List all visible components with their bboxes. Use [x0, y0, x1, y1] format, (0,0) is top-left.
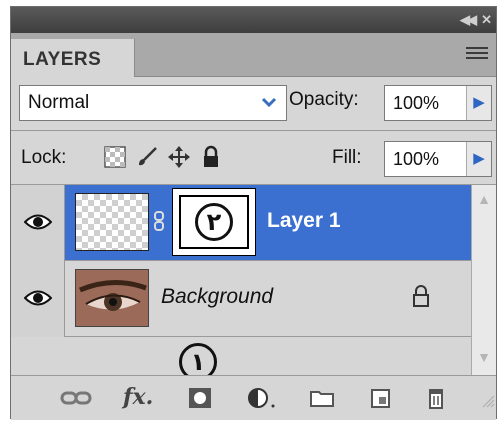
eye-icon: [24, 290, 52, 306]
fill-label: Fill:: [332, 147, 362, 168]
close-panel-icon[interactable]: ✕: [481, 12, 492, 28]
fill-field[interactable]: 100% ▶: [384, 141, 492, 177]
panel-bottom-toolbar: fx.: [11, 375, 496, 420]
layer-locked-icon: [411, 285, 431, 307]
blend-mode-value: Normal: [28, 92, 90, 113]
blend-mode-select[interactable]: Normal: [19, 85, 287, 121]
lock-fill-row: Lock: Fill: 100% ▶: [11, 131, 496, 185]
layer-name[interactable]: Background: [161, 285, 273, 309]
adjustment-layer-icon[interactable]: [247, 386, 277, 410]
visibility-toggle[interactable]: [11, 261, 65, 337]
delete-icon[interactable]: [425, 386, 447, 410]
tab-layers-label: LAYERS: [23, 49, 102, 70]
layers-panel: ◀◀ ✕ LAYERS Normal Opacity: 100% ▶ Lock:: [10, 6, 497, 420]
lock-all-icon[interactable]: [199, 145, 223, 169]
new-group-icon[interactable]: [309, 386, 335, 410]
opacity-label: Opacity:: [289, 89, 359, 110]
opacity-slider-arrow-icon[interactable]: ▶: [466, 86, 491, 120]
new-layer-icon[interactable]: [369, 386, 393, 410]
layer-row-layer-1[interactable]: ٢ Layer 1: [11, 185, 471, 261]
mask-link-icon[interactable]: [153, 211, 165, 231]
panel-menu-icon[interactable]: [466, 47, 488, 63]
scroll-down-icon[interactable]: ▼: [475, 349, 493, 367]
layers-list: ٢ Layer 1 Background ١: [11, 185, 471, 381]
background-thumbnail[interactable]: [75, 269, 149, 327]
layer-name[interactable]: Layer 1: [267, 209, 341, 233]
add-mask-icon[interactable]: [187, 386, 213, 410]
link-layers-icon[interactable]: [59, 386, 93, 410]
blend-opacity-row: Normal Opacity: 100% ▶: [11, 77, 496, 131]
opacity-field[interactable]: 100% ▶: [384, 85, 492, 121]
scroll-up-icon[interactable]: ▲: [475, 191, 493, 209]
chevron-down-icon[interactable]: [258, 92, 280, 114]
lock-transparent-pixels-icon[interactable]: [103, 145, 127, 169]
panel-tab-row: LAYERS: [11, 33, 496, 77]
layers-scrollbar[interactable]: ▲ ▼: [471, 185, 496, 375]
collapse-panel-icon[interactable]: ◀◀: [460, 12, 477, 28]
lock-label: Lock:: [21, 147, 67, 168]
eye-icon: [24, 214, 52, 230]
fill-slider-arrow-icon[interactable]: ▶: [466, 142, 491, 176]
panel-titlebar: ◀◀ ✕: [11, 7, 496, 33]
layer-mask-thumbnail[interactable]: ٢: [172, 188, 256, 256]
opacity-value: 100%: [393, 93, 440, 113]
fx-icon[interactable]: fx.: [123, 384, 153, 410]
annotation-badge-2: ٢: [195, 203, 233, 241]
lock-image-pixels-icon[interactable]: [135, 145, 159, 169]
layer-thumbnail[interactable]: [75, 193, 149, 251]
lock-position-icon[interactable]: [167, 145, 191, 169]
tab-layers[interactable]: LAYERS: [11, 39, 135, 77]
visibility-toggle[interactable]: [11, 185, 65, 261]
fill-value: 100%: [393, 149, 440, 169]
resize-grip-icon[interactable]: [481, 394, 495, 408]
layer-row-background[interactable]: Background: [11, 261, 471, 337]
